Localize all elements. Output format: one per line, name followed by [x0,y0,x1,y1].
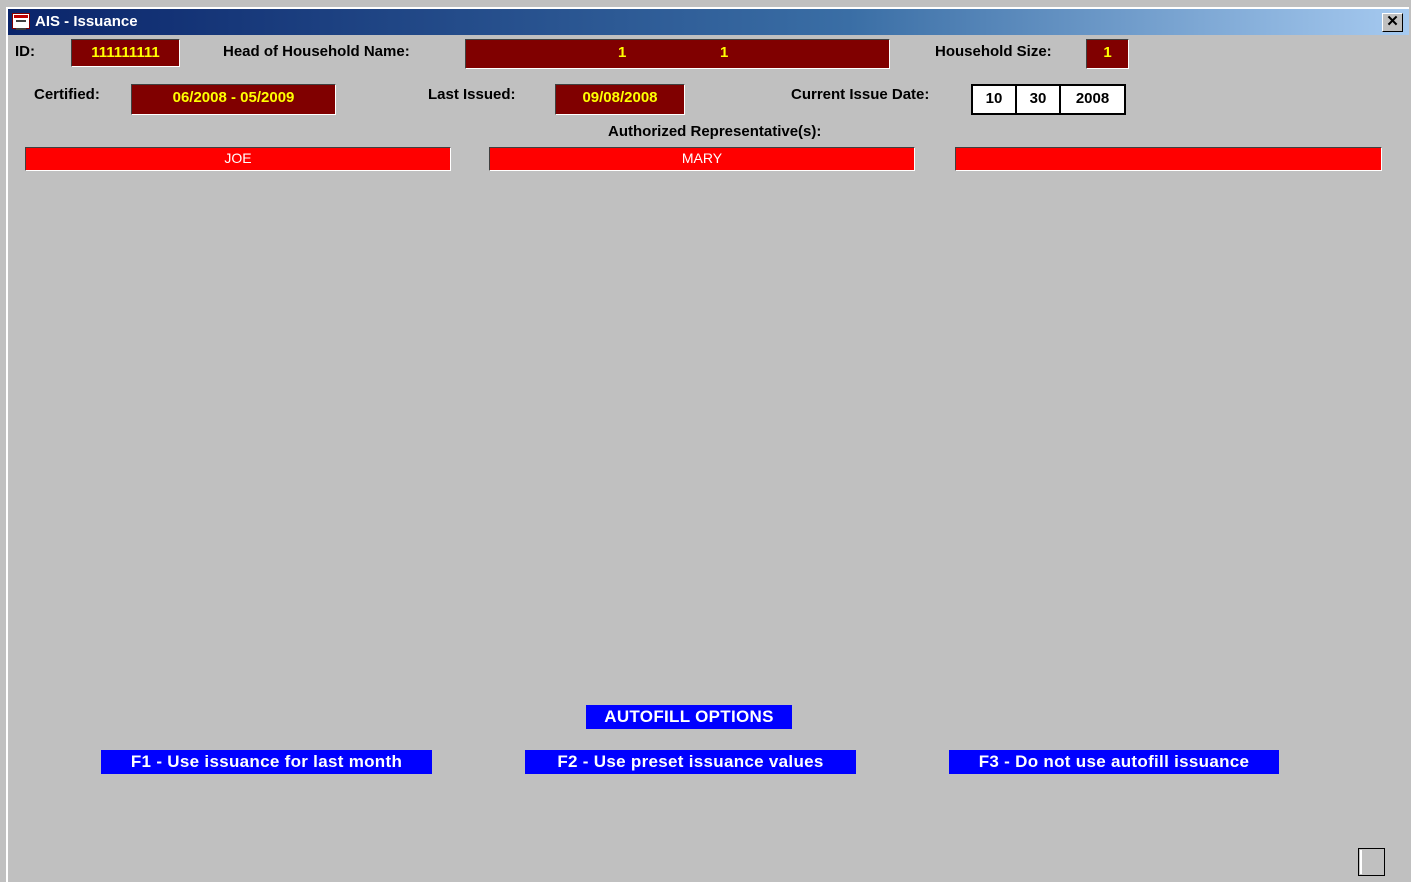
current-issue-date-label: Current Issue Date: [791,86,930,103]
autofill-options-title: AUTOFILL OPTIONS [586,705,792,729]
f3-no-autofill-option[interactable]: F3 - Do not use autofill issuance [949,750,1279,774]
hoh-first-name: 1 [618,44,627,61]
current-issue-month-field[interactable]: 10 [971,84,1017,115]
title-bar[interactable]: AIS - Issuance ✕ [8,9,1409,35]
head-of-household-label: Head of Household Name: [223,43,410,60]
hoh-last-name: 1 [720,44,729,61]
f1-use-last-month-option[interactable]: F1 - Use issuance for last month [101,750,432,774]
close-icon: ✕ [1386,13,1399,30]
certified-field[interactable]: 06/2008 - 05/2009 [131,84,336,115]
household-size-label: Household Size: [935,43,1052,60]
current-issue-day-field[interactable]: 30 [1015,84,1061,115]
close-button[interactable]: ✕ [1382,13,1403,32]
head-of-household-field[interactable]: 1 1 [465,39,890,69]
authorized-representative-1[interactable]: JOE [25,147,451,171]
id-field[interactable]: 111111111 [71,39,180,67]
window-title: AIS - Issuance [35,13,138,30]
window-app-icon[interactable] [12,13,30,30]
last-issued-field[interactable]: 09/08/2008 [555,84,685,115]
issuance-window: AIS - Issuance ✕ ID: 111111111 Head of H… [6,7,1409,882]
last-issued-label: Last Issued: [428,86,516,103]
authorized-representatives-label: Authorized Representative(s): [608,123,822,140]
household-size-field[interactable]: 1 [1086,39,1129,69]
current-issue-year-field[interactable]: 2008 [1059,84,1126,115]
f2-use-preset-values-option[interactable]: F2 - Use preset issuance values [525,750,856,774]
authorized-representative-3[interactable] [955,147,1382,171]
status-box [1358,848,1385,876]
authorized-representative-2[interactable]: MARY [489,147,915,171]
certified-label: Certified: [34,86,100,103]
id-label: ID: [15,43,35,60]
